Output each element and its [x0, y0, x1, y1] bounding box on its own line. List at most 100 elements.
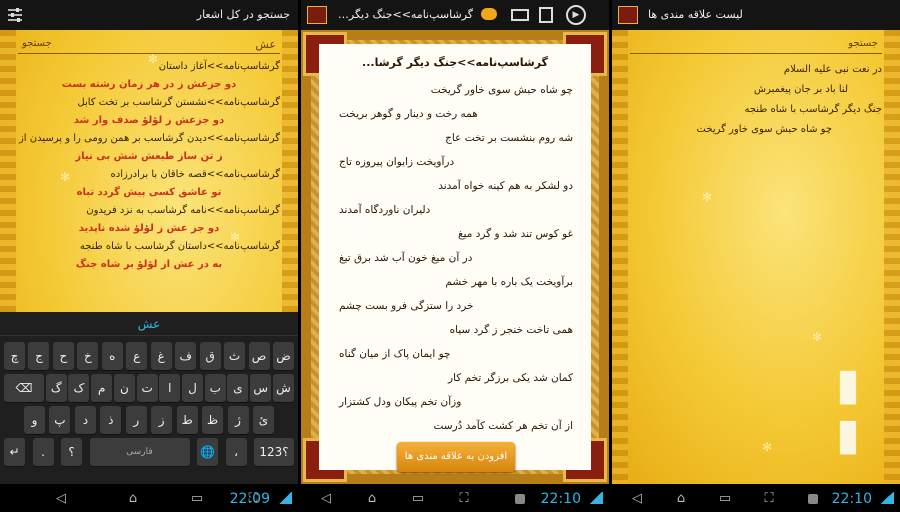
recents-icon[interactable]: ▭ — [180, 491, 214, 506]
favorites-screen: لیست علاقه مندی ها ✻ ✻ ✻ جستجو در نعت نب… — [612, 0, 900, 512]
key[interactable]: و — [24, 406, 45, 434]
list-item[interactable]: گرشاسپ‌نامه>>دیدن گرشاسب بر همن رومی را … — [18, 130, 280, 148]
key[interactable]: ژ — [227, 406, 249, 434]
symbols-key[interactable]: ؟123 — [254, 438, 294, 466]
verse-line: درآویخت زایوان پیروزه تاج — [339, 156, 455, 168]
key[interactable]: ؟ — [61, 438, 82, 466]
key[interactable]: ئ — [252, 406, 274, 434]
home-icon[interactable]: ⌂ — [116, 491, 150, 506]
status-clock: 22:10 — [540, 491, 581, 507]
mail-icon[interactable] — [511, 9, 529, 21]
key[interactable]: ر — [125, 406, 147, 434]
screenshot-icon[interactable]: ⛶ — [752, 491, 786, 506]
signal-icon — [589, 492, 603, 504]
add-to-favorites-button[interactable]: افزودن به علاقه مندی ها — [397, 442, 515, 472]
key[interactable]: د — [74, 406, 96, 434]
list-item[interactable]: گرشاسپ‌نامه>>قصه خاقان با برادرزاده — [18, 166, 280, 184]
key[interactable]: ز — [151, 406, 173, 434]
list-item[interactable]: دو جزعش ز در هر زمان رشته بست — [18, 76, 280, 94]
key[interactable]: ا — [159, 374, 181, 402]
back-icon[interactable]: ◁ — [309, 491, 343, 506]
document-copy-icon[interactable] — [539, 7, 553, 23]
key[interactable]: ش — [272, 374, 294, 402]
list-item[interactable]: دو جزعش ز لؤلؤ صدف وار شد — [18, 112, 280, 130]
system-nav-bar: ◁ ⌂ ▭ ⛶ 22:10 — [612, 484, 900, 512]
key[interactable]: ط — [176, 406, 198, 434]
key[interactable]: پ — [49, 406, 71, 434]
comment-icon[interactable] — [481, 8, 497, 20]
search-label: جستجو — [22, 38, 52, 49]
back-icon[interactable]: ◁ — [44, 491, 78, 506]
key[interactable]: ی — [227, 374, 249, 402]
poem-frame: گرشاسپ‌نامه>>جنگ دیگر گرشا... چو شاه حبش… — [301, 30, 609, 484]
poem-title: گرشاسپ‌نامه>>جنگ دیگر گرشا... — [362, 56, 548, 69]
key[interactable]: ث — [224, 342, 246, 370]
backspace-key[interactable]: ⌫ — [4, 374, 44, 402]
verse-line: چو ایمان پاک از میان گناه — [339, 348, 451, 360]
key[interactable]: ، — [225, 438, 247, 466]
enter-key[interactable]: ↵ — [4, 438, 25, 466]
key[interactable]: ک — [68, 374, 90, 402]
key[interactable]: خ — [77, 342, 99, 370]
list-item[interactable]: جنگ دیگر گرشاسب با شاه طنجه — [630, 100, 882, 120]
key[interactable]: ف — [175, 342, 197, 370]
watermark-logo-icon: ▮ ▮ — [835, 359, 861, 460]
screenshot-icon[interactable]: ⛶ — [447, 491, 481, 506]
key[interactable]: ج — [28, 342, 50, 370]
key[interactable]: ح — [52, 342, 74, 370]
verse-line: چو شاه حبش سوی خاور گریخت — [430, 84, 573, 96]
home-icon[interactable]: ⌂ — [355, 491, 389, 506]
list-item[interactable]: گرشاسپ‌نامه>>داستان گرشاسب با شاه طنجه — [18, 238, 280, 256]
settings-sliders-icon[interactable] — [6, 6, 24, 24]
play-icon[interactable]: ▶ — [566, 5, 586, 25]
list-item[interactable]: ز تن ساز طبعش شش بی نیاز — [18, 148, 280, 166]
poem-page: گرشاسپ‌نامه>>جنگ دیگر گرشا... چو شاه حبش… — [319, 44, 591, 472]
globe-icon[interactable]: 🌐 — [197, 438, 218, 466]
keyboard-suggestion[interactable]: عش — [0, 312, 298, 336]
verse-line: کمان شد یکی برزگر تخم کار — [448, 372, 573, 384]
list-item[interactable]: گرشاسپ‌نامه>>نامه گرشاسب به نزد فریدون — [18, 202, 280, 220]
list-item[interactable]: به در عش از لؤلؤ بر شاه جنگ — [18, 256, 280, 274]
snowflake-icon: ✻ — [762, 440, 773, 454]
recents-icon[interactable]: ▭ — [401, 491, 435, 506]
system-nav-bar: ◁ ⌂ ▭ ⛶ 22:10 — [301, 484, 609, 512]
key[interactable]: ه — [101, 342, 123, 370]
search-input[interactable]: عش جستجو — [18, 38, 280, 54]
key[interactable]: ص — [248, 342, 270, 370]
poem-screen: ▶ گرشاسپ‌نامه>>جنگ دیگر گرشا... گرشاسپ‌ن… — [301, 0, 609, 512]
key[interactable]: س — [250, 374, 272, 402]
list-item[interactable]: در نعت نبی علیه السلام — [630, 60, 882, 80]
search-label: جستجو — [848, 38, 878, 49]
key[interactable]: م — [91, 374, 113, 402]
verse-line: خرد را ستزگی فرو بست چشم — [339, 300, 474, 312]
space-key[interactable]: فارسی — [89, 438, 190, 466]
key[interactable]: ل — [182, 374, 204, 402]
list-item[interactable]: چو شاه حبش سوی خاور گریخت — [630, 120, 882, 140]
key[interactable]: ض — [272, 342, 294, 370]
system-nav-bar: ◁ ⌂ ▭ ⛶ 22:09 — [0, 484, 298, 512]
list-item[interactable]: دو جز عش ز لؤلؤ شده ناپدید — [18, 220, 280, 238]
list-item[interactable]: تو عاشق کسی پیش گردد تباه — [18, 184, 280, 202]
keyboard-row-3: وپدذرزطظژئ — [4, 406, 294, 434]
key[interactable]: گ — [45, 374, 67, 402]
list-item[interactable]: گرشاسپ‌نامه>>آغاز داستان — [18, 58, 280, 76]
recents-icon[interactable]: ▭ — [708, 491, 742, 506]
key[interactable]: ن — [113, 374, 135, 402]
back-icon[interactable]: ◁ — [620, 491, 654, 506]
key[interactable]: . — [32, 438, 54, 466]
search-input[interactable]: جستجو — [630, 38, 882, 54]
key[interactable]: ب — [204, 374, 226, 402]
key[interactable]: ظ — [202, 406, 224, 434]
list-item[interactable]: گرشاسپ‌نامه>>نشستن گرشاسب بر تخت کابل — [18, 94, 280, 112]
list-item[interactable]: لنا باد بر جان پیغمبرش — [630, 80, 882, 100]
key[interactable]: ذ — [100, 406, 122, 434]
key[interactable]: چ — [4, 342, 25, 370]
key[interactable]: غ — [150, 342, 172, 370]
key[interactable]: ع — [126, 342, 148, 370]
home-icon[interactable]: ⌂ — [664, 491, 698, 506]
key[interactable]: ق — [199, 342, 221, 370]
keyboard-row-2: ⌫ گ ک م ن ت ا ل ب ی س ش — [4, 374, 294, 402]
app-logo-icon — [307, 6, 327, 24]
key[interactable]: ت — [136, 374, 158, 402]
keyboard-row-4: ↵ . ؟ فارسی 🌐 ، ؟123 — [4, 438, 294, 466]
